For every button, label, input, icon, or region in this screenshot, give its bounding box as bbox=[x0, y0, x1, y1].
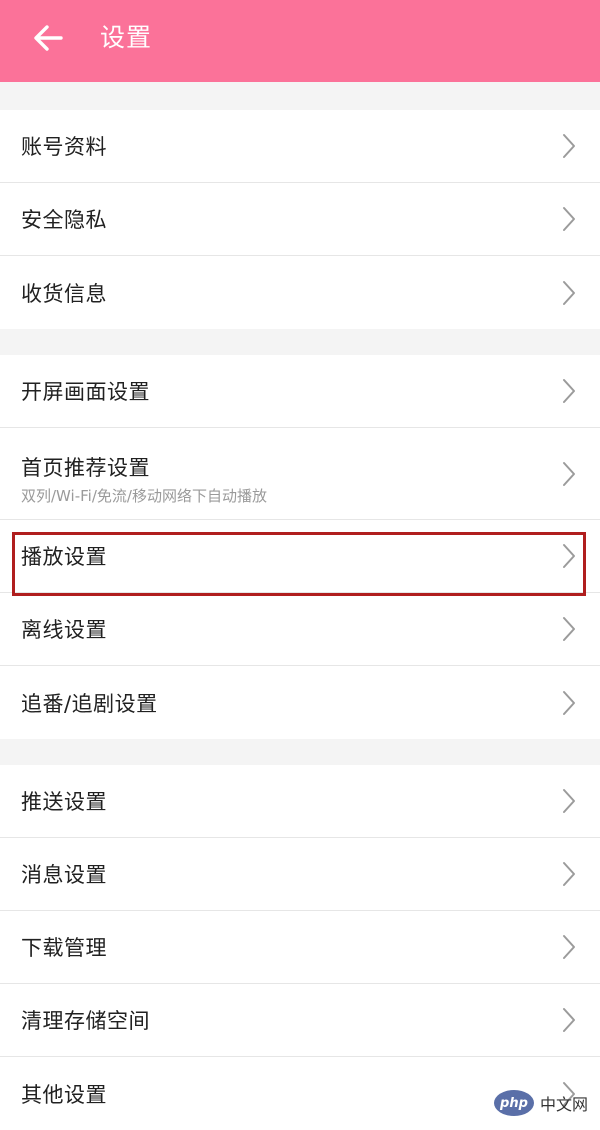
chevron-right-icon bbox=[563, 544, 575, 568]
settings-item-label: 消息设置 bbox=[21, 863, 107, 887]
chevron-right-icon bbox=[563, 379, 575, 403]
chevron-right-icon bbox=[563, 1008, 575, 1032]
chevron-right-icon bbox=[563, 862, 575, 886]
settings-group-account: 账号资料 安全隐私 收货信息 bbox=[0, 110, 600, 329]
settings-item-label: 下载管理 bbox=[21, 936, 107, 960]
settings-item-label: 安全隐私 bbox=[21, 208, 107, 232]
settings-group-misc: 推送设置 消息设置 下载管理 清理存储空间 其他设置 bbox=[0, 765, 600, 1130]
settings-item-label: 首页推荐设置 bbox=[21, 456, 150, 480]
settings-item-clear-storage[interactable]: 清理存储空间 bbox=[0, 984, 600, 1057]
watermark-logo: php bbox=[493, 1090, 534, 1116]
back-button[interactable] bbox=[24, 16, 72, 60]
settings-item-offline[interactable]: 离线设置 bbox=[0, 593, 600, 666]
page-title: 设置 bbox=[100, 23, 153, 52]
chevron-right-icon bbox=[563, 690, 575, 715]
chevron-right-icon bbox=[563, 935, 575, 959]
settings-item-playback[interactable]: 播放设置 bbox=[0, 520, 600, 593]
settings-item-label: 推送设置 bbox=[21, 790, 107, 814]
settings-item-label: 离线设置 bbox=[21, 618, 107, 642]
settings-item-label: 收货信息 bbox=[21, 281, 107, 306]
settings-item-label: 其他设置 bbox=[21, 1082, 107, 1107]
settings-item-label: 账号资料 bbox=[21, 135, 107, 159]
settings-item-push[interactable]: 推送设置 bbox=[0, 765, 600, 838]
settings-item-home-recommend[interactable]: 首页推荐设置 双列/Wi-Fi/免流/移动网络下自动播放 bbox=[0, 428, 600, 520]
chevron-right-icon bbox=[563, 280, 575, 305]
app-header: 设置 bbox=[0, 0, 600, 82]
settings-item-follow-series[interactable]: 追番/追剧设置 bbox=[0, 666, 600, 739]
settings-item-messages[interactable]: 消息设置 bbox=[0, 838, 600, 911]
settings-item-label: 清理存储空间 bbox=[21, 1009, 150, 1033]
settings-item-label: 播放设置 bbox=[21, 545, 107, 569]
chevron-right-icon bbox=[563, 789, 575, 813]
watermark-text: 中文网 bbox=[539, 1095, 588, 1114]
settings-item-account-profile[interactable]: 账号资料 bbox=[0, 110, 600, 183]
settings-item-splash-screen[interactable]: 开屏画面设置 bbox=[0, 355, 600, 428]
chevron-right-icon bbox=[563, 461, 575, 486]
settings-group-display: 开屏画面设置 首页推荐设置 双列/Wi-Fi/免流/移动网络下自动播放 播放设置… bbox=[0, 355, 600, 739]
arrow-left-icon bbox=[34, 25, 63, 51]
settings-item-shipping-info[interactable]: 收货信息 bbox=[0, 256, 600, 329]
settings-item-label: 追番/追剧设置 bbox=[21, 691, 158, 716]
settings-item-downloads[interactable]: 下载管理 bbox=[0, 911, 600, 984]
settings-list: 账号资料 安全隐私 收货信息 开屏画面设置 首页推荐设置 双列/Wi-Fi/免流… bbox=[0, 82, 600, 1130]
site-watermark: php 中文网 bbox=[493, 1090, 588, 1116]
chevron-right-icon bbox=[563, 207, 575, 231]
chevron-right-icon bbox=[563, 617, 575, 641]
settings-item-security-privacy[interactable]: 安全隐私 bbox=[0, 183, 600, 256]
chevron-right-icon bbox=[563, 134, 575, 158]
settings-item-subtitle: 双列/Wi-Fi/免流/移动网络下自动播放 bbox=[21, 487, 267, 505]
settings-item-label: 开屏画面设置 bbox=[21, 380, 150, 404]
